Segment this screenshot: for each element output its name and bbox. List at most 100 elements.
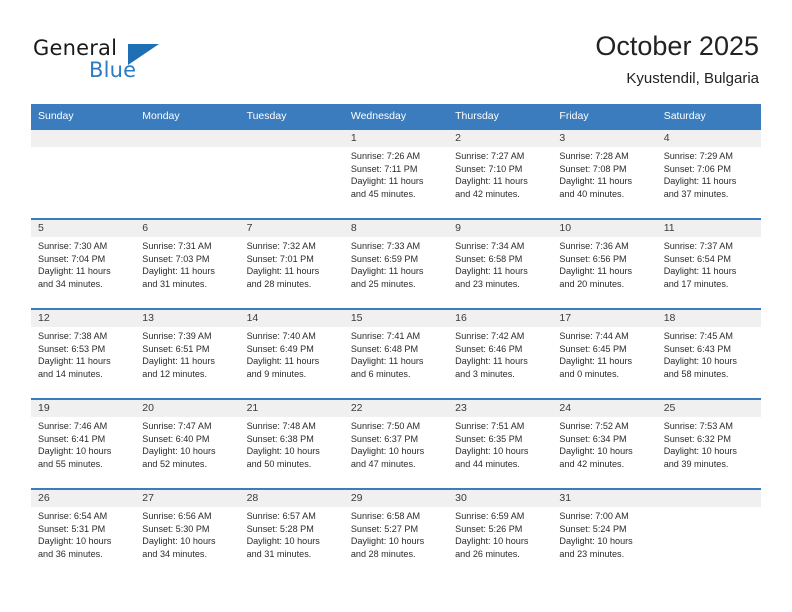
sunset-time: Sunset: 6:59 PM (350, 253, 419, 264)
day-cell[interactable]: 4 Sunrise: 7:29 AM Sunset: 7:06 PM Daylight… (656, 128, 761, 218)
day-number-band: 16 (448, 310, 553, 327)
day-cell[interactable]: 12 Sunrise: 7:38 AM Sunset: 6:53 PM Dayligh… (31, 308, 136, 398)
day-cell[interactable]: 1 Sunrise: 7:26 AM Sunset: 7:11 PM Daylight… (343, 128, 449, 218)
day-cell[interactable]: 24 Sunrise: 7:52 AM Sunset: 6:34 PM Dayligh… (552, 398, 657, 488)
sunrise-time: Sunrise: 7:45 AM (663, 331, 733, 341)
day-number: 3 (559, 132, 566, 144)
day-number: 12 (38, 312, 50, 324)
day-cell[interactable]: 27 Sunrise: 6:56 AM Sunset: 5:30 PM Dayligh… (135, 488, 240, 578)
daylight-duration-line1: Daylight: 11 hours (142, 356, 215, 367)
day-number-band: 25 (656, 400, 761, 417)
daylight-duration-line1: Daylight: 11 hours (663, 176, 737, 187)
sunrise-time: Sunrise: 6:57 AM (246, 511, 316, 521)
day-cell[interactable]: 10 Sunrise: 7:36 AM Sunset: 6:56 PM Dayligh… (552, 218, 657, 308)
daylight-duration-line2: and 40 minutes. (559, 188, 625, 199)
daylight-duration-line2: and 20 minutes. (559, 278, 625, 289)
day-cell[interactable]: 19 Sunrise: 7:46 AM Sunset: 6:41 PM Dayligh… (31, 398, 136, 488)
calendar-week-row: 5 Sunrise: 7:30 AM Sunset: 7:04 PM Daylight… (31, 218, 761, 308)
calendar-cell: 24 Sunrise: 7:52 AM Sunset: 6:34 PM Dayligh… (552, 398, 657, 488)
day-info: Sunrise: 7:33 AM Sunset: 6:59 PM Daylight:… (344, 237, 448, 290)
day-cell[interactable]: 6 Sunrise: 7:31 AM Sunset: 7:03 PM Daylight… (135, 218, 240, 308)
calendar-cell: 30 Sunrise: 6:59 AM Sunset: 5:26 PM Dayligh… (448, 488, 553, 578)
day-number: 31 (559, 492, 572, 504)
day-cell[interactable]: 23 Sunrise: 7:51 AM Sunset: 6:35 PM Dayligh… (448, 398, 553, 488)
sunset-time: Sunset: 6:56 PM (559, 253, 627, 264)
calendar-cell: 16 Sunrise: 7:42 AM Sunset: 6:46 PM Dayligh… (448, 308, 553, 398)
general-blue-logo[interactable]: General Blue (33, 36, 213, 86)
day-number-band: 1 (343, 130, 449, 147)
day-cell[interactable]: 20 Sunrise: 7:47 AM Sunset: 6:40 PM Dayligh… (135, 398, 240, 488)
daylight-duration-line1: Daylight: 10 hours (663, 356, 737, 367)
sunset-time: Sunset: 6:41 PM (38, 433, 106, 444)
daylight-duration-line1: Daylight: 10 hours (455, 446, 529, 457)
sunrise-time: Sunrise: 7:32 AM (246, 241, 316, 251)
calendar-cell: 10 Sunrise: 7:36 AM Sunset: 6:56 PM Dayligh… (552, 218, 657, 308)
sunrise-time: Sunrise: 7:34 AM (455, 241, 525, 251)
daylight-duration-line2: and 23 minutes. (455, 278, 520, 289)
day-cell[interactable]: 3 Sunrise: 7:28 AM Sunset: 7:08 PM Daylight… (552, 128, 657, 218)
daylight-duration-line1: Daylight: 10 hours (455, 536, 529, 547)
day-info: Sunrise: 7:52 AM Sunset: 6:34 PM Daylight:… (552, 417, 656, 470)
weekday-header-wednesday: Wednesday (343, 104, 449, 128)
day-cell[interactable]: 16 Sunrise: 7:42 AM Sunset: 6:46 PM Dayligh… (448, 308, 553, 398)
day-cell[interactable]: 11 Sunrise: 7:37 AM Sunset: 6:54 PM Dayligh… (656, 218, 761, 308)
sunrise-time: Sunrise: 7:39 AM (142, 331, 212, 341)
day-cell[interactable]: 29 Sunrise: 6:58 AM Sunset: 5:27 PM Dayligh… (343, 488, 449, 578)
day-info: Sunrise: 7:47 AM Sunset: 6:40 PM Daylight:… (135, 417, 239, 470)
sunrise-time: Sunrise: 7:53 AM (663, 421, 733, 431)
daylight-duration-line1: Daylight: 10 hours (246, 446, 320, 457)
day-cell[interactable]: 9 Sunrise: 7:34 AM Sunset: 6:58 PM Daylight… (448, 218, 553, 308)
daylight-duration-line2: and 45 minutes. (350, 188, 416, 199)
calendar-cell (239, 128, 344, 218)
day-number-band: 9 (448, 220, 553, 237)
sunset-time: Sunset: 7:08 PM (559, 163, 627, 174)
calendar-cell: 15 Sunrise: 7:41 AM Sunset: 6:48 PM Dayligh… (343, 308, 449, 398)
daylight-duration-line2: and 23 minutes. (559, 548, 625, 559)
day-info: Sunrise: 6:57 AM Sunset: 5:28 PM Daylight:… (240, 507, 344, 560)
sunrise-time: Sunrise: 7:48 AM (246, 421, 316, 431)
day-cell[interactable]: 18 Sunrise: 7:45 AM Sunset: 6:43 PM Dayligh… (656, 308, 761, 398)
day-number: 27 (142, 492, 154, 504)
sunset-time: Sunset: 7:03 PM (142, 253, 210, 264)
day-cell[interactable]: 7 Sunrise: 7:32 AM Sunset: 7:01 PM Daylight… (239, 218, 344, 308)
daylight-duration-line2: and 39 minutes. (663, 458, 729, 469)
daylight-duration-line2: and 14 minutes. (38, 368, 103, 379)
weekday-header-sunday: Sunday (31, 104, 136, 128)
sunrise-time: Sunrise: 7:52 AM (559, 421, 629, 431)
day-cell[interactable]: 28 Sunrise: 6:57 AM Sunset: 5:28 PM Dayligh… (239, 488, 344, 578)
weekday-header-saturday: Saturday (656, 104, 761, 128)
daylight-duration-line2: and 28 minutes. (350, 548, 416, 559)
day-cell[interactable]: 30 Sunrise: 6:59 AM Sunset: 5:26 PM Dayligh… (448, 488, 553, 578)
daylight-duration-line1: Daylight: 11 hours (38, 266, 111, 277)
day-cell[interactable]: 5 Sunrise: 7:30 AM Sunset: 7:04 PM Daylight… (31, 218, 136, 308)
sunrise-time: Sunrise: 7:30 AM (38, 241, 108, 251)
day-cell[interactable]: 8 Sunrise: 7:33 AM Sunset: 6:59 PM Daylight… (343, 218, 449, 308)
day-cell[interactable]: 31 Sunrise: 7:00 AM Sunset: 5:24 PM Dayligh… (552, 488, 657, 578)
day-cell[interactable]: 13 Sunrise: 7:39 AM Sunset: 6:51 PM Dayligh… (135, 308, 240, 398)
logo-text-blue: Blue (89, 58, 137, 82)
daylight-duration-line1: Daylight: 11 hours (246, 266, 320, 277)
day-cell[interactable]: 14 Sunrise: 7:40 AM Sunset: 6:49 PM Dayligh… (239, 308, 344, 398)
day-cell[interactable]: 17 Sunrise: 7:44 AM Sunset: 6:45 PM Dayligh… (552, 308, 657, 398)
day-info: Sunrise: 7:48 AM Sunset: 6:38 PM Daylight:… (240, 417, 344, 470)
day-cell[interactable]: 22 Sunrise: 7:50 AM Sunset: 6:37 PM Dayligh… (343, 398, 449, 488)
calendar-cell: 4 Sunrise: 7:29 AM Sunset: 7:06 PM Daylight… (656, 128, 761, 218)
calendar-cell: 31 Sunrise: 7:00 AM Sunset: 5:24 PM Dayligh… (552, 488, 657, 578)
sunset-time: Sunset: 6:54 PM (663, 253, 731, 264)
day-cell[interactable]: 2 Sunrise: 7:27 AM Sunset: 7:10 PM Daylight… (448, 128, 553, 218)
day-info: Sunrise: 6:54 AM Sunset: 5:31 PM Daylight:… (31, 507, 135, 560)
sunset-time: Sunset: 6:49 PM (246, 343, 314, 354)
day-cell[interactable]: 21 Sunrise: 7:48 AM Sunset: 6:38 PM Dayligh… (239, 398, 344, 488)
day-info: Sunrise: 7:41 AM Sunset: 6:48 PM Daylight:… (344, 327, 448, 380)
weekday-header-tuesday: Tuesday (239, 104, 344, 128)
day-number: 11 (663, 222, 675, 234)
day-cell[interactable]: 26 Sunrise: 6:54 AM Sunset: 5:31 PM Dayligh… (31, 488, 136, 578)
day-number-band: 13 (135, 310, 240, 327)
daylight-duration-line2: and 3 minutes. (455, 368, 515, 379)
day-cell[interactable]: 25 Sunrise: 7:53 AM Sunset: 6:32 PM Dayligh… (656, 398, 761, 488)
sunrise-time: Sunrise: 7:41 AM (350, 331, 421, 341)
calendar-cell: 3 Sunrise: 7:28 AM Sunset: 7:08 PM Daylight… (552, 128, 657, 218)
title-block: October 2025 Kyustendil, Bulgaria (595, 30, 759, 90)
day-cell[interactable]: 15 Sunrise: 7:41 AM Sunset: 6:48 PM Dayligh… (343, 308, 449, 398)
sunset-time: Sunset: 6:34 PM (559, 433, 627, 444)
